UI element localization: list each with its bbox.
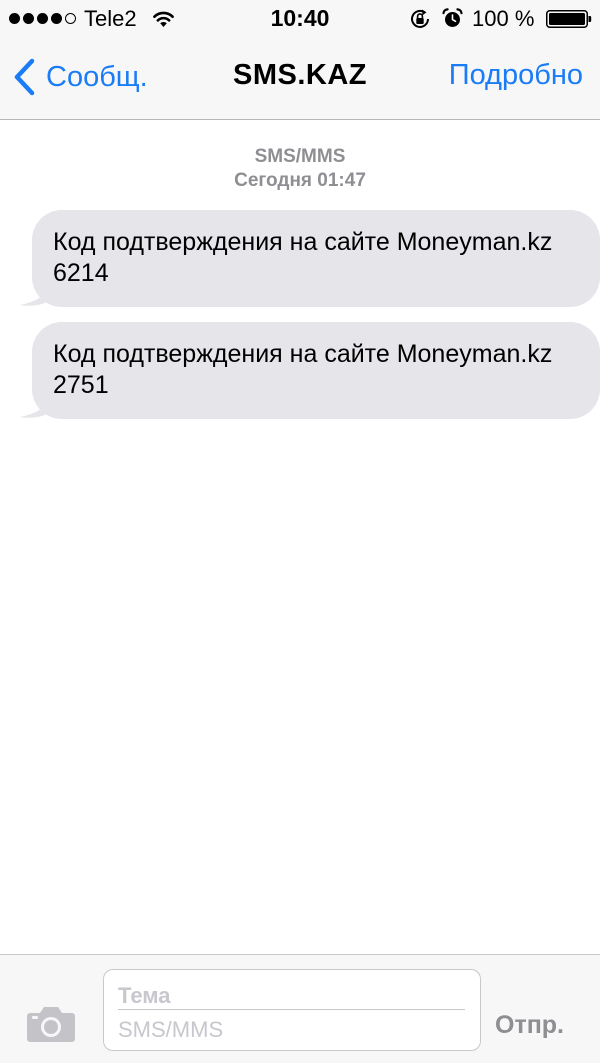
- signal-dot: [23, 13, 34, 24]
- subject-field[interactable]: [118, 982, 465, 1010]
- message-bubble[interactable]: Код подтверждения на сайте Moneyman.kz 2…: [32, 322, 600, 419]
- message-row: Код подтверждения на сайте Moneyman.kz 2…: [0, 322, 600, 419]
- carrier-name: Tele2: [84, 6, 137, 31]
- back-button-label: Сообщ.: [46, 60, 148, 93]
- signal-strength-icon: [9, 13, 76, 24]
- signal-dot-empty: [65, 13, 76, 24]
- camera-icon[interactable]: [26, 1005, 76, 1043]
- alarm-icon: [442, 8, 463, 27]
- message-composer: Отпр.: [0, 954, 600, 1063]
- status-bar: Tele2 10:40 100 %: [0, 0, 600, 40]
- battery-icon: [546, 10, 592, 28]
- message-row: Код подтверждения на сайте Moneyman.kz 6…: [0, 210, 600, 307]
- navigation-bar: Сообщ. SMS.KAZ Подробно: [0, 40, 600, 120]
- message-text: Код подтверждения на сайте Moneyman.kz 6…: [53, 228, 553, 287]
- message-service-label: SMS/MMS: [254, 146, 346, 167]
- chevron-left-icon: [14, 58, 35, 96]
- battery-percentage: 100 %: [472, 6, 535, 31]
- message-input[interactable]: [118, 1016, 465, 1044]
- wifi-icon: [153, 11, 174, 27]
- details-button[interactable]: Подробно: [449, 59, 583, 92]
- thread-header: SMS/MMS Сегодня 01:47: [0, 145, 600, 193]
- message-bubble[interactable]: Код подтверждения на сайте Moneyman.kz 6…: [32, 210, 600, 307]
- signal-dot: [9, 13, 20, 24]
- back-button[interactable]: Сообщ.: [12, 54, 148, 100]
- compose-box: [103, 969, 481, 1051]
- message-timestamp: Сегодня 01:47: [234, 170, 366, 191]
- send-button[interactable]: Отпр.: [495, 1011, 564, 1040]
- signal-dot: [37, 13, 48, 24]
- signal-dot: [51, 13, 62, 24]
- message-text: Код подтверждения на сайте Moneyman.kz 2…: [53, 340, 553, 399]
- rotation-lock-icon: [411, 9, 429, 28]
